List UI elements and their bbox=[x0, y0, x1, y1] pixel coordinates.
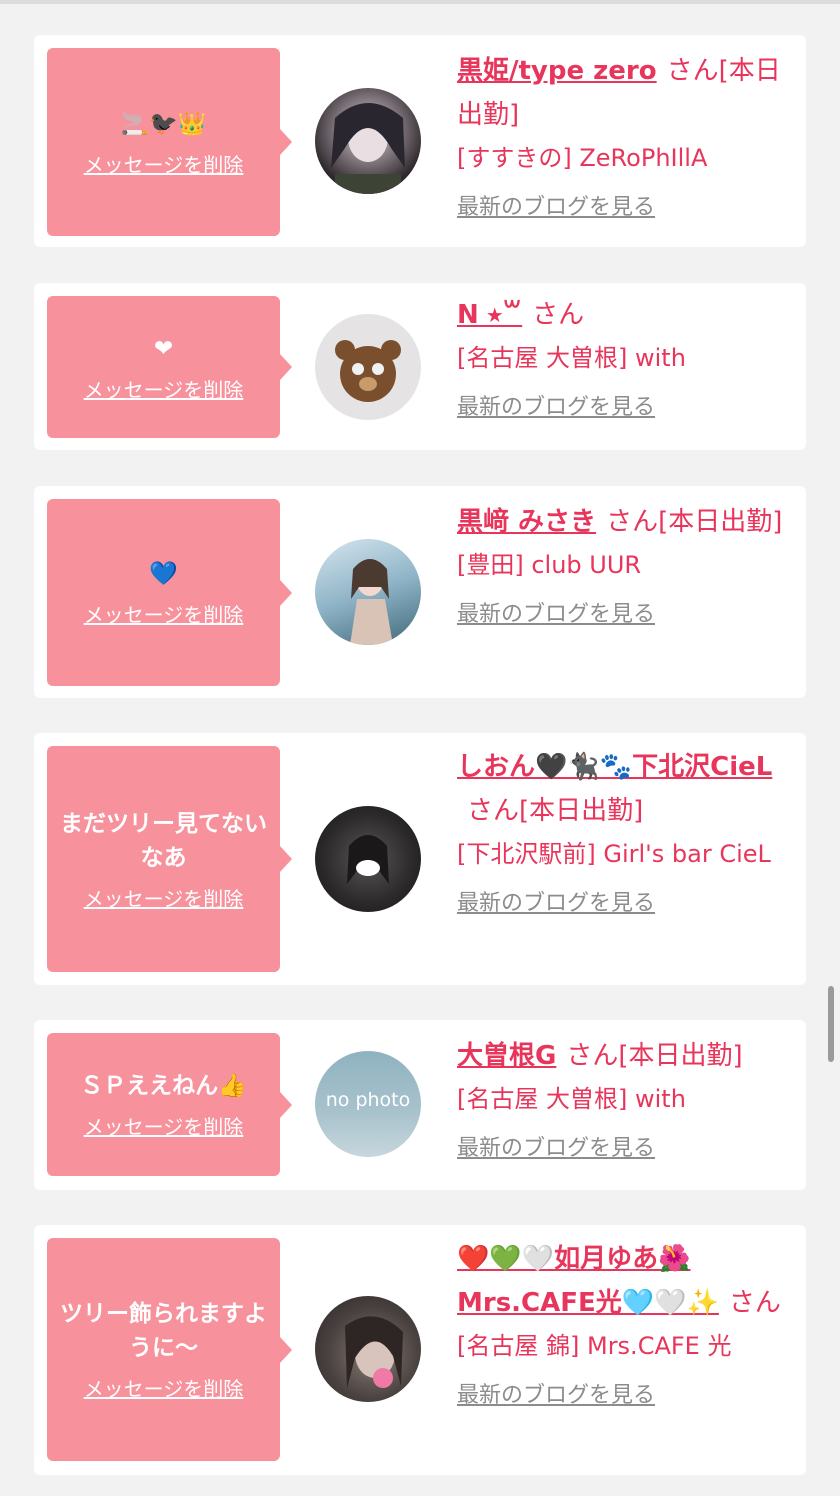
message-card: まだツリー見てないなあ メッセージを削除 しおん🖤🐈‍⬛🐾下北沢CieL さん[本… bbox=[34, 733, 806, 985]
san-label: さん bbox=[566, 1041, 619, 1071]
avatar-photo-icon bbox=[331, 103, 405, 194]
latest-blog-link[interactable]: 最新のブログを見る bbox=[457, 1381, 792, 1411]
avatar[interactable] bbox=[315, 314, 421, 420]
cast-name-link[interactable]: しおん🖤🐈‍⬛🐾下北沢CieL bbox=[457, 752, 772, 782]
latest-blog-link[interactable]: 最新のブログを見る bbox=[457, 393, 792, 423]
san-label: さん bbox=[606, 507, 659, 537]
shop-label: [名古屋 大曽根] with bbox=[457, 1085, 686, 1113]
avatar[interactable] bbox=[315, 88, 421, 194]
delete-message-link[interactable]: メッセージを削除 bbox=[84, 1373, 244, 1402]
avatar-photo-icon bbox=[350, 559, 393, 645]
latest-blog-link[interactable]: 最新のブログを見る bbox=[457, 889, 792, 919]
latest-blog-link[interactable]: 最新のブログを見る bbox=[457, 193, 792, 223]
cast-info: N ⭑꒳ さん [名古屋 大曽根] with 最新のブログを見る bbox=[457, 293, 792, 423]
message-bubble: ❤ メッセージを削除 bbox=[47, 296, 292, 438]
shop-label: [名古屋 錦] Mrs.CAFE 光 bbox=[457, 1332, 732, 1360]
status-label: [本日出勤] bbox=[658, 507, 783, 537]
shop-label: [すすきの] ZeRoPhIllA bbox=[457, 144, 708, 172]
cast-info: 黒﨑 みさき さん[本日出勤] [豊田] club UUR 最新のブログを見る bbox=[457, 500, 792, 630]
cast-info: ❤️💚🤍如月ゆあ🌺Mrs.CAFE光🩵🤍✨ さん [名古屋 錦] Mrs.CAFE… bbox=[457, 1237, 792, 1411]
message-text: まだツリー見てないなあ bbox=[60, 810, 267, 871]
cast-name-link[interactable]: N ⭑꒳ bbox=[457, 300, 522, 330]
delete-message-link[interactable]: メッセージを削除 bbox=[84, 883, 244, 912]
status-label: [本日出勤] bbox=[618, 1041, 743, 1071]
no-photo-label: no photo bbox=[325, 1089, 411, 1111]
delete-message-link[interactable]: メッセージを削除 bbox=[84, 599, 244, 628]
cast-name-link[interactable]: 黒姫/type zero bbox=[457, 56, 657, 86]
delete-message-link[interactable]: メッセージを削除 bbox=[84, 149, 244, 178]
shop-label: [下北沢駅前] Girl's bar CieL bbox=[457, 840, 771, 868]
message-bubble: 💙 メッセージを削除 bbox=[47, 499, 292, 686]
message-card: ＳＰええねん👍 メッセージを削除 no photo 大曽根G さん[本日出勤] [… bbox=[34, 1020, 806, 1190]
cast-info: しおん🖤🐈‍⬛🐾下北沢CieL さん[本日出勤] [下北沢駅前] Girl's b… bbox=[457, 745, 792, 919]
message-text: ＳＰええねん👍 bbox=[80, 1073, 247, 1099]
avatar[interactable] bbox=[315, 1296, 421, 1402]
cast-name-link[interactable]: 大曽根G bbox=[457, 1041, 556, 1071]
shop-label: [豊田] club UUR bbox=[457, 551, 642, 579]
message-card: 🚬🐦‍⬛👑 メッセージを削除 黒姫/type zero さん[本日出勤] [すすき… bbox=[34, 35, 806, 247]
message-text: ツリー飾られますように〜 bbox=[60, 1301, 267, 1361]
message-card: 💙 メッセージを削除 黒﨑 みさき さん[本日出勤] [豊田] club UUR … bbox=[34, 486, 806, 698]
cast-name-link[interactable]: 黒﨑 みさき bbox=[457, 507, 596, 537]
message-bubble: ツリー飾られますように〜 メッセージを削除 bbox=[47, 1238, 292, 1461]
message-text: 💙 bbox=[149, 561, 178, 587]
avatar-photo-icon bbox=[345, 1316, 403, 1388]
message-text: ❤ bbox=[153, 335, 174, 362]
top-divider bbox=[0, 0, 840, 4]
delete-message-link[interactable]: メッセージを削除 bbox=[84, 1111, 244, 1140]
avatar[interactable] bbox=[315, 539, 421, 645]
san-label: さん bbox=[467, 796, 520, 826]
latest-blog-link[interactable]: 最新のブログを見る bbox=[457, 600, 792, 630]
message-text: 🚬🐦‍⬛👑 bbox=[120, 110, 207, 137]
san-label: さん bbox=[728, 1288, 781, 1318]
latest-blog-link[interactable]: 最新のブログを見る bbox=[457, 1134, 792, 1164]
avatar-photo-icon bbox=[347, 835, 389, 884]
cast-name-link[interactable]: ❤️💚🤍如月ゆあ🌺Mrs.CAFE光🩵🤍✨ bbox=[457, 1244, 719, 1318]
san-label: さん bbox=[666, 56, 719, 86]
message-bubble: まだツリー見てないなあ メッセージを削除 bbox=[47, 746, 292, 972]
teddy-bear-icon bbox=[335, 340, 401, 402]
avatar[interactable]: no photo bbox=[315, 1051, 421, 1157]
san-label: さん bbox=[532, 300, 585, 330]
avatar[interactable] bbox=[315, 806, 421, 912]
delete-message-link[interactable]: メッセージを削除 bbox=[84, 374, 244, 403]
status-label: [本日出勤] bbox=[519, 796, 644, 826]
cast-info: 大曽根G さん[本日出勤] [名古屋 大曽根] with 最新のブログを見る bbox=[457, 1034, 792, 1164]
message-card: ❤ メッセージを削除 N ⭑꒳ さん [名古屋 大曽根] with 最新のブログを… bbox=[34, 283, 806, 450]
scrollbar[interactable] bbox=[828, 986, 834, 1062]
shop-label: [名古屋 大曽根] with bbox=[457, 344, 686, 372]
message-card: ツリー飾られますように〜 メッセージを削除 ❤️💚🤍如月ゆあ🌺Mrs.CAFE光… bbox=[34, 1225, 806, 1475]
message-bubble: 🚬🐦‍⬛👑 メッセージを削除 bbox=[47, 48, 292, 236]
message-bubble: ＳＰええねん👍 メッセージを削除 bbox=[47, 1033, 292, 1176]
cast-info: 黒姫/type zero さん[本日出勤] [すすきの] ZeRoPhIllA 最… bbox=[457, 49, 792, 223]
